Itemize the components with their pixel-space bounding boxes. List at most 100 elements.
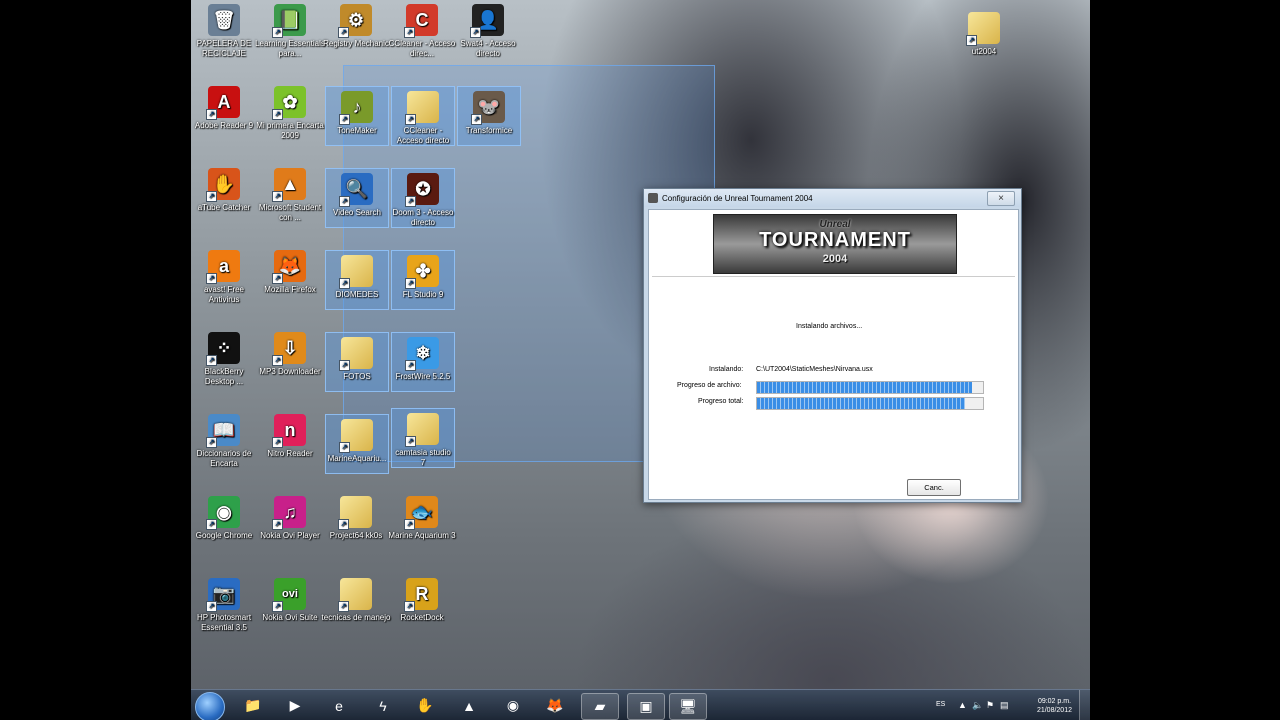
desktop-icon[interactable]: 📖 ↗ Diccionarios de Encarta (191, 410, 259, 478)
ccleaner-icon: C ↗ (404, 4, 438, 38)
desktop-icon[interactable]: ↗ camtasia studio 7 (391, 408, 455, 468)
desktop-icon[interactable]: ↗ Project64 kk0s (321, 492, 391, 560)
setup-dialog: Configuración de Unreal Tournament 2004 … (643, 188, 1022, 503)
start-button[interactable] (195, 692, 225, 720)
folder-icon: ↗ (338, 496, 372, 530)
taskbar-button[interactable]: ◉ (495, 693, 531, 718)
internet-explorer-icon: e (335, 697, 343, 714)
desktop-icon[interactable]: ✋ ↗ aTube Catcher (191, 164, 259, 232)
desktop-icon[interactable]: 🦊 ↗ Mozilla Firefox (255, 246, 325, 314)
volume-icon[interactable]: 🔈 (972, 700, 983, 711)
desktop-icon[interactable]: R ↗ RocketDock (387, 574, 457, 642)
taskbar-button[interactable]: ▲ (451, 693, 487, 718)
desktop-icon[interactable]: ⁘ ↗ BlackBerry Desktop ... (191, 328, 259, 396)
clock[interactable]: 09:02 p.m. 21/08/2012 (1037, 697, 1072, 715)
app-icon (648, 193, 658, 203)
desktop-icon[interactable]: ↗ DIOMEDES (325, 250, 389, 310)
desktop-icon-label: Learning Essentials para... (255, 39, 325, 58)
status-text: Instalando archivos... (796, 323, 863, 330)
shortcut-arrow-icon: ↗ (966, 35, 977, 46)
shortcut-arrow-icon: ↗ (404, 519, 415, 530)
folder-icon: ↗ (405, 91, 439, 125)
total-progress-fill (757, 398, 965, 409)
swat4-icon: 👤 ↗ (470, 4, 504, 38)
taskbar-button[interactable]: 🖥 (669, 693, 707, 720)
nokia-ovi-player-icon: ♫ ↗ (272, 496, 306, 530)
desktop-icon[interactable]: 🗑 PAPELERA DE RECICLAJE (191, 0, 259, 68)
desktop-icon[interactable]: A ↗ Adobe Reader 9 (191, 82, 259, 150)
desktop-icon[interactable]: ovi ↗ Nokia Ovi Suite (255, 574, 325, 642)
avast-icon: a ↗ (206, 250, 240, 284)
flag-icon[interactable]: ⚑ (986, 700, 994, 711)
desktop-icon[interactable]: ◉ ↗ Google Chrome (191, 492, 259, 560)
shortcut-arrow-icon: ↗ (338, 601, 349, 612)
desktop-icon[interactable]: 📗 ↗ Learning Essentials para... (255, 0, 325, 68)
transformice-icon: 🐭 ↗ (471, 91, 505, 125)
close-button[interactable]: × (987, 191, 1015, 206)
desktop-icon[interactable]: 🔍 ↗ Video Search (325, 168, 389, 228)
shortcut-arrow-icon: ↗ (272, 601, 283, 612)
taskbar-button[interactable]: ▣ (627, 693, 665, 720)
taskbar-button[interactable]: 📁 (235, 693, 271, 718)
desktop-icon[interactable]: ♫ ↗ Nokia Ovi Player (255, 492, 325, 560)
banner-logo-line3: 2004 (822, 253, 848, 265)
desktop-icon[interactable]: a ↗ avast! Free Antivirus (191, 246, 259, 314)
shortcut-arrow-icon: ↗ (405, 360, 416, 371)
dialog-title: Configuración de Unreal Tournament 2004 (662, 194, 813, 203)
desktop-icon[interactable]: ⚙ ↗ Registry Mechanic (321, 0, 391, 68)
desktop-icon-label: Nitro Reader (267, 449, 313, 458)
show-hidden-icons-icon[interactable]: ▲ (958, 700, 967, 710)
desktop-icon-label: Nokia Ovi Suite (262, 613, 318, 622)
desktop-icon[interactable]: ↗ ut2004 (949, 8, 1019, 76)
desktop-icon[interactable]: 🐭 ↗ Transformice (457, 86, 521, 146)
taskbar-button[interactable]: e (321, 693, 357, 718)
desktop-icon-label: RocketDock (400, 613, 444, 622)
installing-path: C:\UT2004\StaticMeshes\Nirvana.usx (756, 366, 873, 373)
taskbar-button[interactable]: 🦊 (537, 693, 573, 718)
taskbar-button[interactable]: ▰ (581, 693, 619, 720)
desktop-icon[interactable]: ⇩ ↗ MP3 Downloader (255, 328, 325, 396)
desktop-icon[interactable]: 🐟 ↗ Marine Aquarium 3 (387, 492, 457, 560)
shortcut-arrow-icon: ↗ (206, 519, 217, 530)
desktop-icon[interactable]: ↗ MarineAquariu... (325, 414, 389, 474)
desktop-icon[interactable]: ✿ ↗ Mi primera Encarta 2009 (255, 82, 325, 150)
desktop-icon[interactable]: 📷 ↗ HP Photosmart Essential 3.5 (191, 574, 259, 642)
network-icon[interactable]: ▤ (1000, 700, 1009, 711)
desktop-icon-label: ut2004 (971, 47, 997, 56)
desktop-icon-label: Doom 3 - Acceso directo (392, 208, 454, 227)
shortcut-arrow-icon: ↗ (272, 191, 283, 202)
taskbar: 📁 ▶ e ϟ ✋ ▲ ◉ 🦊 ▰ ▣ 🖥 ES ▲ 🔈 ⚑ ▤ 09:02 p.m. 21/08/… (191, 689, 1090, 720)
dialog-titlebar[interactable]: Configuración de Unreal Tournament 2004 … (644, 189, 1021, 207)
language-indicator[interactable]: ES (936, 701, 945, 708)
blackberry-icon: ⁘ ↗ (206, 332, 240, 366)
desktop-icon[interactable]: C ↗ CCleaner - Acceso direc... (387, 0, 457, 68)
shortcut-arrow-icon: ↗ (339, 114, 350, 125)
taskbar-button[interactable]: ϟ (365, 693, 401, 718)
shortcut-arrow-icon: ↗ (405, 436, 416, 447)
desktop-icon[interactable]: ♪ ↗ ToneMaker (325, 86, 389, 146)
taskbar-button[interactable]: ✋ (407, 693, 443, 718)
video-search-icon: 🔍 ↗ (339, 173, 373, 207)
desktop-icon[interactable]: ❄ ↗ FrostWire 5.2.5 (391, 332, 455, 392)
folder-icon: ↗ (966, 12, 1000, 46)
desktop-icon[interactable]: ▲ ↗ Microsoft Student con ... (255, 164, 325, 232)
desktop-icon[interactable]: n ↗ Nitro Reader (255, 410, 325, 478)
shortcut-arrow-icon: ↗ (272, 355, 283, 366)
desktop-icon[interactable]: ↗ FOTOS (325, 332, 389, 392)
show-desktop-button[interactable] (1079, 690, 1090, 720)
desktop-icon[interactable]: ↗ tecnicas de manejo (321, 574, 391, 642)
desktop-icon-label: Marine Aquarium 3 (388, 531, 456, 540)
desktop-icon[interactable]: ✪ ↗ Doom 3 - Acceso directo (391, 168, 455, 228)
desktop-icon-label: Nokia Ovi Player (260, 531, 320, 540)
cancel-button[interactable]: Canc. (907, 479, 961, 496)
desktop-icon[interactable]: ↗ CCleaner - Acceso directo (391, 86, 455, 146)
registry-mechanic-icon: ⚙ ↗ (338, 4, 372, 38)
taskbar-button[interactable]: ▶ (277, 693, 313, 718)
shortcut-arrow-icon: ↗ (338, 519, 349, 530)
learning-essentials-icon: 📗 ↗ (272, 4, 306, 38)
shortcut-arrow-icon: ↗ (404, 27, 415, 38)
chrome-icon: ◉ (506, 697, 520, 713)
desktop-icon[interactable]: 👤 ↗ Swat4 - Acceso directo (453, 0, 523, 68)
desktop-icon[interactable]: ✤ ↗ FL Studio 9 (391, 250, 455, 310)
nokia-ovi-suite-icon: ovi ↗ (272, 578, 306, 612)
